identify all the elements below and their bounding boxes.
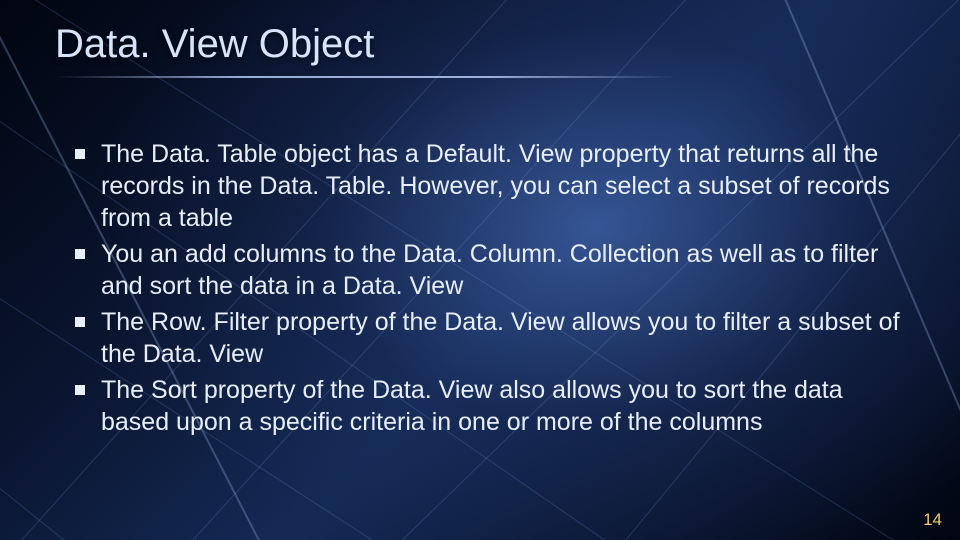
list-item: The Sort property of the Data. View also…	[65, 374, 915, 438]
page-number: 14	[923, 510, 942, 530]
slide-body: The Data. Table object has a Default. Vi…	[65, 138, 915, 442]
slide-title: Data. View Object	[55, 22, 374, 67]
list-item: You an add columns to the Data. Column. …	[65, 238, 915, 302]
list-item: The Row. Filter property of the Data. Vi…	[65, 306, 915, 370]
bullet-list: The Data. Table object has a Default. Vi…	[65, 138, 915, 438]
list-item: The Data. Table object has a Default. Vi…	[65, 138, 915, 234]
slide: Data. View Object The Data. Table object…	[0, 0, 960, 540]
title-underline	[55, 76, 675, 78]
